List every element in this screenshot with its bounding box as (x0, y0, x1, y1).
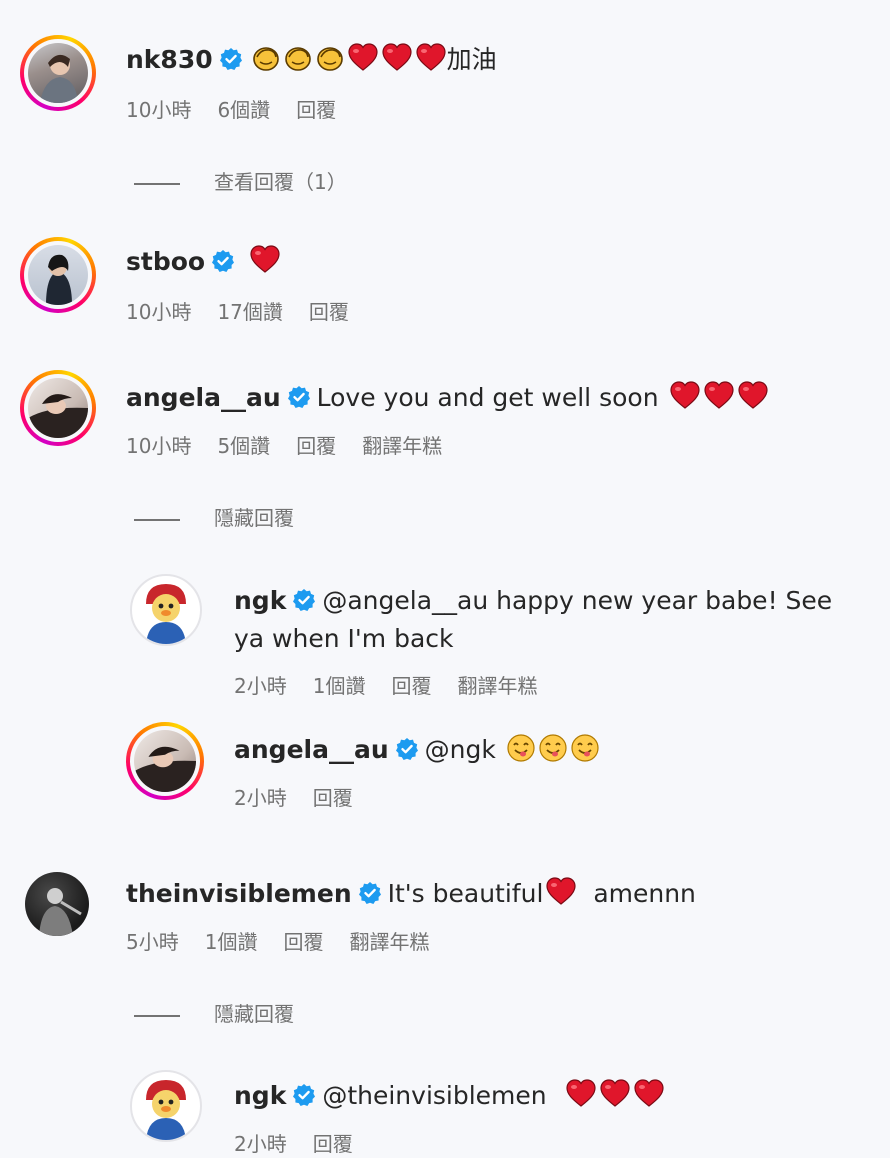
thread-divider (134, 182, 180, 185)
smiling-face-emoji-icon (570, 734, 599, 762)
red-heart-emoji-icon (250, 245, 280, 273)
translate-button[interactable]: 翻譯年糕 (457, 672, 537, 700)
red-heart-emoji-icon (737, 381, 768, 409)
smiling-face-emoji-icon (538, 734, 567, 762)
translate-button[interactable]: 翻譯年糕 (362, 432, 442, 460)
red-heart-emoji-icon (416, 43, 446, 71)
comment-text: 加油 (446, 45, 497, 74)
username[interactable]: theinvisiblemen (126, 879, 352, 908)
red-heart-emoji-icon (633, 1079, 664, 1107)
hide-replies-button[interactable]: 隱藏回覆 (134, 504, 294, 532)
comment-meta: 10小時 17個讚 回覆 (126, 298, 375, 326)
reply-button[interactable]: 回覆 (391, 672, 431, 700)
profile-photo (134, 746, 196, 792)
verified-badge-icon (292, 588, 317, 612)
hide-replies-button[interactable]: 隱藏回覆 (134, 1000, 294, 1028)
profile-photo (146, 1080, 186, 1140)
profile-photo (40, 54, 78, 103)
view-replies-button[interactable]: 查看回覆（1） (134, 168, 347, 196)
red-heart-emoji-icon (546, 877, 577, 905)
profile-photo (28, 394, 88, 438)
red-heart-emoji-icon (348, 43, 378, 71)
verified-badge-icon (218, 47, 243, 71)
username[interactable]: ngk (234, 586, 286, 615)
comment-meta: 2小時 1個讚 回覆 翻譯年糕 (234, 672, 563, 700)
comment-text: Love you and get well soon (316, 383, 659, 412)
comment-meta: 10小時 6個讚 回覆 (126, 96, 362, 124)
comment-meta: 2小時 回覆 (234, 784, 379, 812)
thread-divider (134, 1014, 180, 1017)
avatar[interactable] (126, 722, 204, 800)
verified-badge-icon (292, 1083, 317, 1107)
comment-meta: 10小時 5個讚 回覆 翻譯年糕 (126, 432, 468, 460)
username[interactable]: ngk (234, 1081, 286, 1110)
avatar[interactable] (20, 237, 96, 313)
red-heart-emoji-icon (703, 381, 734, 409)
avatar[interactable] (20, 35, 96, 111)
username[interactable]: angela__au (234, 735, 389, 764)
likes-count[interactable]: 5個讚 (217, 432, 270, 460)
timestamp: 2小時 (234, 674, 287, 698)
comment-text-after: amennn (593, 879, 696, 908)
clap-emoji-icon (316, 47, 343, 71)
avatar[interactable] (130, 1070, 202, 1142)
avatar[interactable] (130, 574, 202, 646)
comment-meta: 5小時 1個讚 回覆 翻譯年糕 (126, 928, 455, 956)
verified-badge-icon (394, 737, 419, 761)
reply-button[interactable]: 回覆 (313, 784, 353, 812)
likes-count[interactable]: 1個讚 (205, 928, 258, 956)
comment-meta: 2小時 回覆 (234, 1130, 379, 1158)
username[interactable]: stboo (126, 247, 205, 276)
likes-count[interactable]: 6個讚 (217, 96, 270, 124)
red-heart-emoji-icon (382, 43, 412, 71)
mention-link[interactable]: @angela__au (322, 586, 488, 615)
timestamp: 2小時 (234, 786, 287, 810)
reply-button[interactable]: 回覆 (296, 432, 336, 460)
username[interactable]: angela__au (126, 383, 281, 412)
likes-count[interactable]: 17個讚 (217, 298, 282, 326)
smiling-face-emoji-icon (506, 734, 535, 762)
verified-badge-icon (211, 249, 236, 273)
profile-photo (46, 254, 72, 305)
verified-badge-icon (286, 385, 311, 409)
reply-button[interactable]: 回覆 (283, 928, 323, 956)
timestamp: 2小時 (234, 1132, 287, 1156)
red-heart-emoji-icon (565, 1079, 596, 1107)
timestamp: 10小時 (126, 300, 192, 324)
thread-divider (134, 518, 180, 521)
translate-button[interactable]: 翻譯年糕 (349, 928, 429, 956)
mention-link[interactable]: @theinvisiblemen (322, 1081, 546, 1110)
clap-emoji-icon (252, 47, 279, 71)
username[interactable]: nk830 (126, 45, 213, 74)
mention-link[interactable]: @ngk (425, 735, 496, 764)
clap-emoji-icon (284, 47, 311, 71)
profile-photo (39, 888, 82, 936)
avatar[interactable] (25, 872, 89, 936)
comment-text: It's beautiful (387, 879, 544, 908)
timestamp: 10小時 (126, 434, 192, 458)
avatar[interactable] (20, 370, 96, 446)
profile-photo (146, 584, 186, 644)
reply-button[interactable]: 回覆 (309, 298, 349, 326)
timestamp: 5小時 (126, 930, 179, 954)
red-heart-emoji-icon (599, 1079, 630, 1107)
red-heart-emoji-icon (669, 381, 700, 409)
reply-button[interactable]: 回覆 (313, 1130, 353, 1158)
timestamp: 10小時 (126, 98, 192, 122)
verified-badge-icon (357, 881, 382, 905)
reply-button[interactable]: 回覆 (296, 96, 336, 124)
likes-count[interactable]: 1個讚 (313, 672, 366, 700)
